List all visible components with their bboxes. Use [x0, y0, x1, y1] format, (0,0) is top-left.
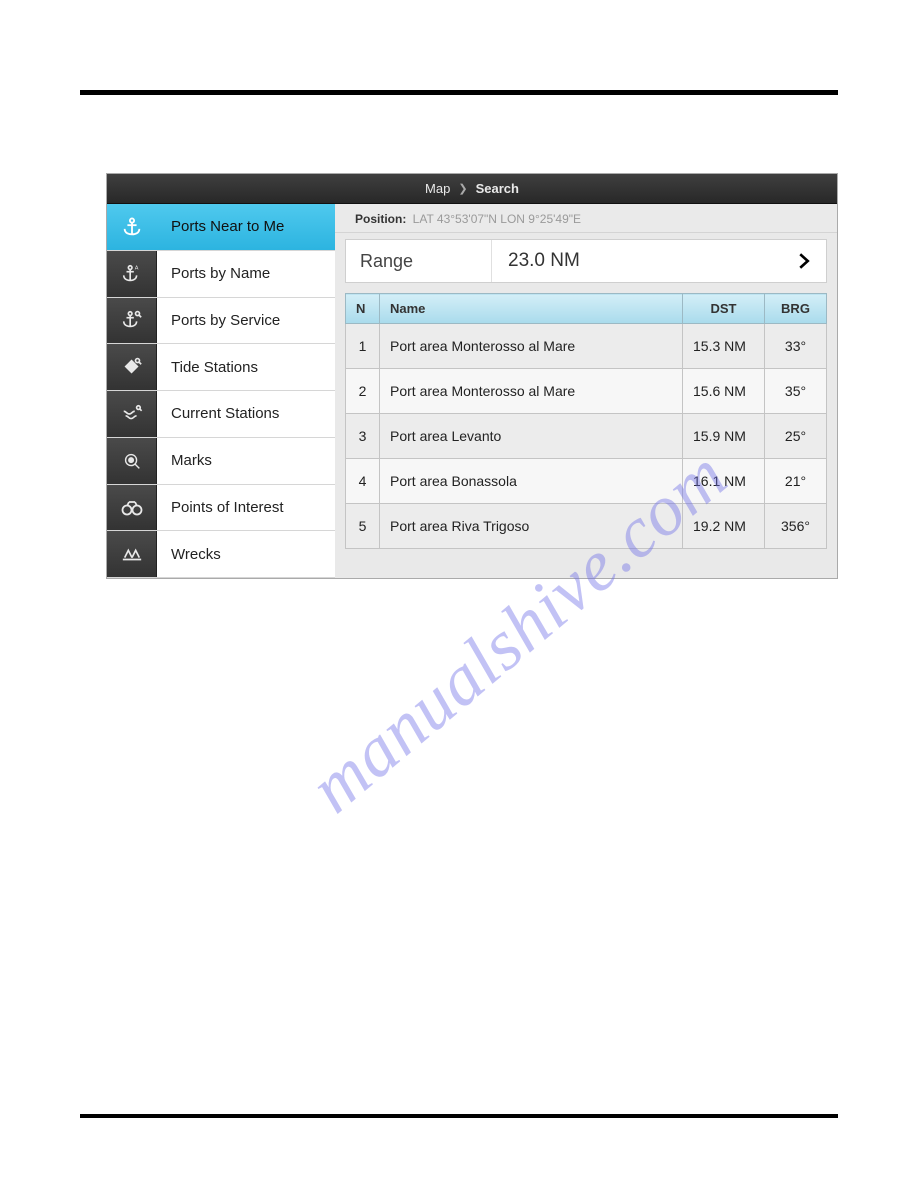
cell-brg: 21° — [765, 459, 827, 504]
table-row[interactable]: 3Port area Levanto15.9 NM25° — [346, 414, 827, 459]
cell-n: 5 — [346, 504, 380, 549]
range-label: Range — [346, 240, 492, 282]
position-value: LAT 43°53'07"N LON 9°25'49"E — [413, 212, 581, 226]
sidebar-item-label: Ports by Name — [157, 265, 270, 282]
sidebar-item-label: Current Stations — [157, 405, 279, 422]
range-go-button[interactable] — [782, 240, 826, 282]
sidebar-item-ports-by-service[interactable]: Ports by Service — [107, 298, 335, 345]
cell-dst: 15.3 NM — [683, 324, 765, 369]
cell-n: 1 — [346, 324, 380, 369]
breadcrumb: Map ❯ Search — [107, 174, 837, 204]
anchor-az-icon: A — [107, 251, 157, 297]
diamond-search-icon — [107, 344, 157, 390]
table-row[interactable]: 5Port area Riva Trigoso19.2 NM356° — [346, 504, 827, 549]
page-bottom-rule — [80, 1114, 838, 1118]
cell-dst: 19.2 NM — [683, 504, 765, 549]
chevron-right-icon — [795, 249, 813, 273]
cell-n: 4 — [346, 459, 380, 504]
position-row: Position: LAT 43°53'07"N LON 9°25'49"E — [335, 204, 837, 233]
cell-name: Port area Riva Trigoso — [380, 504, 683, 549]
cell-name: Port area Bonassola — [380, 459, 683, 504]
page-top-rule — [80, 90, 838, 95]
cell-n: 2 — [346, 369, 380, 414]
currents-icon — [107, 391, 157, 437]
sidebar-item-points-of-interest[interactable]: Points of Interest — [107, 485, 335, 532]
sidebar-item-label: Points of Interest — [157, 499, 284, 516]
position-label: Position: — [355, 212, 406, 226]
col-header-dst[interactable]: DST — [683, 294, 765, 324]
main-panel: Position: LAT 43°53'07"N LON 9°25'49"E R… — [335, 204, 837, 578]
cell-name: Port area Levanto — [380, 414, 683, 459]
col-header-brg[interactable]: BRG — [765, 294, 827, 324]
svg-text:A: A — [134, 265, 138, 271]
col-header-name[interactable]: Name — [380, 294, 683, 324]
sidebar-item-ports-near-me[interactable]: Ports Near to Me — [107, 204, 335, 251]
cell-dst: 16.1 NM — [683, 459, 765, 504]
sidebar-item-label: Tide Stations — [157, 359, 258, 376]
sidebar: Ports Near to Me A Ports by Name Ports b… — [107, 204, 335, 578]
binoculars-icon — [107, 485, 157, 531]
cell-dst: 15.9 NM — [683, 414, 765, 459]
sidebar-item-ports-by-name[interactable]: A Ports by Name — [107, 251, 335, 298]
cell-name: Port area Monterosso al Mare — [380, 369, 683, 414]
range-value[interactable]: 23.0 NM — [492, 240, 782, 282]
sidebar-item-current-stations[interactable]: Current Stations — [107, 391, 335, 438]
sidebar-item-wrecks[interactable]: Wrecks — [107, 531, 335, 578]
results-table: N Name DST BRG 1Port area Monterosso al … — [345, 293, 827, 549]
table-row[interactable]: 1Port area Monterosso al Mare15.3 NM33° — [346, 324, 827, 369]
sidebar-item-marks[interactable]: Marks — [107, 438, 335, 485]
cell-n: 3 — [346, 414, 380, 459]
breadcrumb-current: Search — [476, 181, 519, 196]
cell-brg: 25° — [765, 414, 827, 459]
range-row[interactable]: Range 23.0 NM — [345, 239, 827, 283]
anchor-icon — [107, 204, 157, 250]
col-header-n[interactable]: N — [346, 294, 380, 324]
chevron-right-icon: ❯ — [458, 182, 467, 195]
cell-name: Port area Monterosso al Mare — [380, 324, 683, 369]
table-row[interactable]: 2Port area Monterosso al Mare15.6 NM35° — [346, 369, 827, 414]
sidebar-item-label: Ports Near to Me — [157, 218, 284, 235]
sidebar-item-label: Marks — [157, 452, 212, 469]
cell-brg: 356° — [765, 504, 827, 549]
cell-brg: 35° — [765, 369, 827, 414]
sidebar-item-tide-stations[interactable]: Tide Stations — [107, 344, 335, 391]
app-screenshot: Map ❯ Search Ports Near to Me A Ports by… — [106, 173, 838, 579]
breadcrumb-root[interactable]: Map — [425, 181, 450, 196]
mark-icon — [107, 438, 157, 484]
wreck-icon — [107, 531, 157, 577]
cell-dst: 15.6 NM — [683, 369, 765, 414]
sidebar-item-label: Wrecks — [157, 546, 221, 563]
sidebar-item-label: Ports by Service — [157, 312, 280, 329]
table-row[interactable]: 4Port area Bonassola16.1 NM21° — [346, 459, 827, 504]
anchor-search-icon — [107, 298, 157, 344]
cell-brg: 33° — [765, 324, 827, 369]
